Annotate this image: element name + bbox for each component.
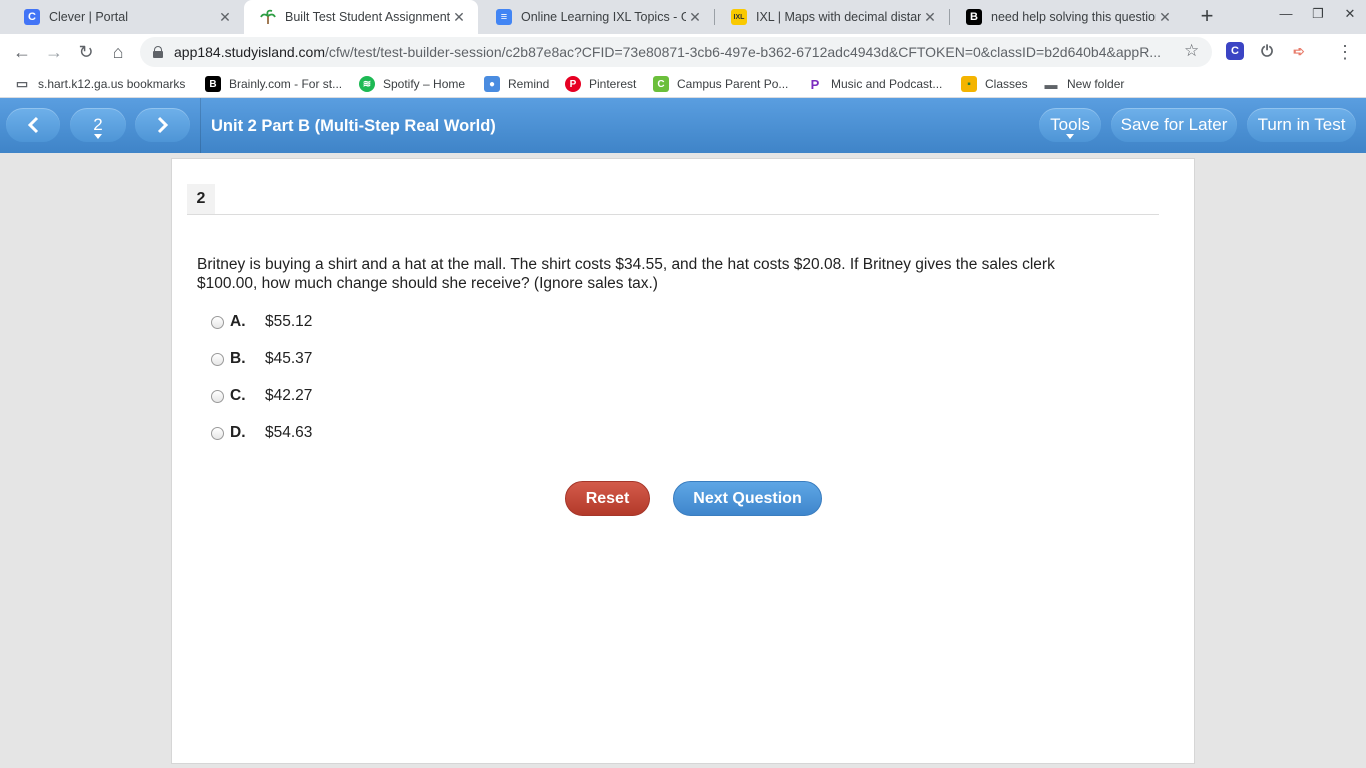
bookmark-pandora[interactable]: P Music and Podcast... [807, 75, 942, 93]
campus-icon: C [653, 76, 669, 92]
bookmark-brainly[interactable]: B Brainly.com - For st... [205, 75, 342, 93]
save-for-later-button[interactable]: Save for Later [1111, 108, 1237, 142]
question-selector[interactable]: 2 [70, 108, 126, 142]
bookmark-campus-parent[interactable]: C Campus Parent Po... [653, 75, 788, 93]
browser-tab-brainly[interactable]: B need help solving this question! ✕ [950, 0, 1184, 34]
studyisland-icon [260, 9, 276, 25]
google-docs-icon: ≡ [496, 9, 512, 25]
question-card: 2 Britney is buying a shirt and a hat at… [171, 158, 1195, 764]
caret-down-icon [1066, 134, 1074, 139]
close-icon[interactable]: ✕ [686, 9, 704, 26]
browser-toolbar: ← → ↻ ⌂ app184.studyisland.com/cfw/test/… [0, 34, 1366, 70]
previous-question-button[interactable] [6, 108, 60, 142]
test-header: 2 Unit 2 Part B (Multi-Step Real World) … [0, 98, 1366, 153]
header-divider [200, 98, 201, 153]
close-icon[interactable]: ✕ [450, 9, 468, 26]
reset-button[interactable]: Reset [565, 481, 650, 516]
next-question-arrow-button[interactable] [135, 108, 190, 142]
answer-choice-b[interactable]: B. $45.37 [211, 348, 312, 370]
answer-choice-c[interactable]: C. $42.27 [211, 385, 312, 407]
power-extension-icon[interactable]: ⏻ [1258, 42, 1276, 60]
restore-button[interactable]: ❐ [1306, 6, 1330, 28]
question-selector-value: 2 [93, 115, 103, 134]
back-button[interactable]: ← [10, 40, 34, 64]
ixl-icon: IXL [731, 9, 747, 25]
home-button[interactable]: ⌂ [106, 40, 130, 64]
chevron-right-icon [157, 116, 168, 134]
brainly-icon: B [966, 9, 982, 25]
remind-icon: ● [484, 76, 500, 92]
brainly-icon: B [205, 76, 221, 92]
caret-down-icon [94, 134, 102, 139]
radio-button[interactable] [211, 315, 224, 329]
folder-icon: ▭ [15, 76, 29, 91]
reload-button[interactable]: ↻ [74, 40, 98, 64]
address-bar[interactable]: app184.studyisland.com/cfw/test/test-bui… [140, 37, 1212, 67]
bookmark-spotify[interactable]: ≋ Spotify – Home [359, 75, 465, 93]
question-number: 2 [187, 184, 215, 214]
minimize-button[interactable]: — [1274, 6, 1298, 28]
chevron-left-icon [27, 116, 39, 134]
spotify-icon: ≋ [359, 76, 375, 92]
close-icon[interactable]: ✕ [1156, 9, 1174, 26]
forward-button[interactable]: → [42, 40, 66, 64]
folder-icon: ▬ [1044, 76, 1058, 92]
bookmark-pinterest[interactable]: P Pinterest [565, 75, 636, 93]
radio-button[interactable] [211, 352, 224, 366]
clever-icon: C [24, 9, 40, 25]
divider [187, 214, 1159, 215]
bookmarks-bar: ▭ s.hart.k12.ga.us bookmarks B Brainly.c… [0, 70, 1366, 98]
radio-button[interactable] [211, 426, 224, 440]
classroom-icon: ▪ [961, 76, 977, 92]
browser-menu-icon[interactable]: ⋮ [1336, 40, 1354, 64]
clever-extension-icon[interactable]: C [1226, 42, 1244, 60]
next-question-button[interactable]: Next Question [673, 481, 822, 516]
test-title: Unit 2 Part B (Multi-Step Real World) [211, 117, 496, 135]
browser-tab-clever[interactable]: C Clever | Portal ✕ [8, 0, 244, 34]
bookmark-new-folder[interactable]: ▬ New folder [1043, 75, 1125, 93]
new-tab-button[interactable]: + [1196, 4, 1218, 28]
close-window-button[interactable]: ✕ [1338, 6, 1362, 28]
pandora-icon: P [807, 76, 823, 92]
url-host: app184.studyisland.com [174, 44, 325, 60]
browser-tab-studyisland[interactable]: Built Test Student Assignment - ✕ [244, 0, 478, 34]
pinterest-icon: P [565, 76, 581, 92]
answer-choice-d[interactable]: D. $54.63 [211, 422, 312, 444]
bookmark-folder[interactable]: ▭ s.hart.k12.ga.us bookmarks [14, 75, 186, 93]
question-text: Britney is buying a shirt and a hat at t… [197, 256, 1055, 292]
close-icon[interactable]: ✕ [216, 9, 234, 26]
radio-button[interactable] [211, 389, 224, 403]
share-extension-icon[interactable]: ➪ [1290, 42, 1308, 60]
answer-choice-a[interactable]: A. $55.12 [211, 311, 312, 333]
bookmark-classes[interactable]: ▪ Classes [961, 75, 1028, 93]
browser-tab-ixl[interactable]: IXL IXL | Maps with decimal distanc ✕ [715, 0, 949, 34]
browser-tab-strip: C Clever | Portal ✕ Built Test Student A… [0, 0, 1366, 34]
url-path: /cfw/test/test-builder-session/c2b87e8ac… [325, 44, 1161, 60]
tools-button[interactable]: Tools [1039, 108, 1101, 142]
bookmark-remind[interactable]: ● Remind [484, 75, 549, 93]
bookmark-star-icon[interactable]: ☆ [1184, 41, 1199, 61]
turn-in-test-button[interactable]: Turn in Test [1247, 108, 1356, 142]
browser-tab-google-docs[interactable]: ≡ Online Learning IXL Topics - Goo ✕ [480, 0, 714, 34]
lock-icon [153, 46, 163, 58]
close-icon[interactable]: ✕ [921, 9, 939, 26]
